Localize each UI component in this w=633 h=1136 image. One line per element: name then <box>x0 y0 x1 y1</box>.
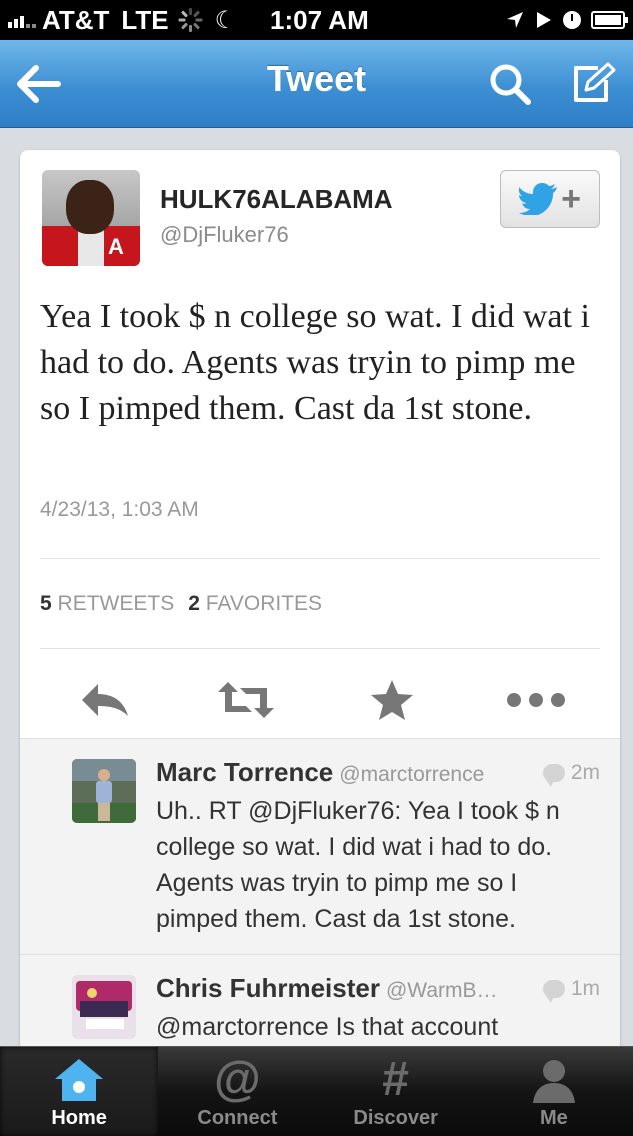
home-icon <box>51 1055 107 1105</box>
favorite-star-icon <box>371 680 413 720</box>
alarm-clock-icon <box>563 11 581 29</box>
tab-connect[interactable]: @ Connect <box>158 1047 316 1136</box>
hashtag-icon: # <box>382 1053 409 1106</box>
status-time: 1:07 AM <box>270 5 369 35</box>
tweet-text: Yea I took $ n college so wat. I did wat… <box>40 298 590 427</box>
play-icon <box>537 12 551 28</box>
spinner-spoke <box>188 25 192 32</box>
retweet-icon <box>218 682 274 718</box>
tab-me[interactable]: Me <box>475 1047 633 1136</box>
reply-author-handle: @marctorrence <box>339 763 485 786</box>
reply-author[interactable]: Chris Fuhrmeister @WarmB… <box>156 973 498 1004</box>
at-sign-icon: @ <box>213 1053 261 1106</box>
divider <box>40 558 600 559</box>
follow-button[interactable]: + <box>500 170 600 228</box>
tweet-timestamp: 4/23/13, 1:03 AM <box>40 498 199 521</box>
reply-text: Uh.. RT @DjFluker76: Yea I took $ n coll… <box>156 797 560 933</box>
status-bar: AT&T LTE ☾ 1:07 AM <box>0 0 633 40</box>
tab-label: Discover <box>353 1107 438 1129</box>
reply-author-handle: @WarmB… <box>385 979 498 1002</box>
spinner-spoke <box>178 18 186 22</box>
search-icon[interactable] <box>488 62 532 106</box>
reply-time-label: 1m <box>570 977 600 1000</box>
tab-label: Connect <box>197 1107 278 1129</box>
reply-author-name: Chris Fuhrmeister <box>156 973 380 1003</box>
carrier-label: AT&T <box>42 4 110 35</box>
retweet-button[interactable] <box>216 670 276 730</box>
reply-avatar[interactable] <box>72 759 136 823</box>
location-arrow-icon <box>507 12 523 28</box>
do-not-disturb-moon-icon: ☾ <box>214 6 237 34</box>
more-dots-icon <box>507 693 565 707</box>
spinner-spoke <box>188 8 192 15</box>
status-bar-left: AT&T LTE ☾ <box>8 4 240 36</box>
divider <box>40 648 600 649</box>
plus-icon: + <box>561 180 581 218</box>
tab-label: Home <box>51 1107 107 1129</box>
reply-timestamp: 2m <box>542 761 600 787</box>
signal-icon <box>8 12 36 28</box>
compose-icon[interactable] <box>568 60 616 108</box>
spinner-spoke <box>195 18 203 22</box>
tab-discover[interactable]: # Discover <box>317 1047 475 1136</box>
reply-author[interactable]: Marc Torrence @marctorrence <box>156 757 484 788</box>
person-icon <box>526 1055 582 1105</box>
tweet-actions <box>20 670 620 736</box>
twitter-bird-follow-icon <box>519 183 558 215</box>
favorites-stat[interactable]: 2 FAVORITES <box>188 592 322 616</box>
author-handle[interactable]: @DjFluker76 <box>160 222 289 248</box>
navigation-bar: Tweet <box>0 40 633 128</box>
conversation-bubble-icon <box>542 764 565 787</box>
retweets-stat[interactable]: 5 RETWEETS <box>40 592 174 616</box>
spinner-spoke <box>192 22 200 30</box>
status-bar-right <box>505 6 628 34</box>
reply-avatar[interactable] <box>72 975 136 1039</box>
conversation-bubble-icon <box>542 980 565 1003</box>
reply-time-label: 2m <box>570 761 600 784</box>
retweet-count: 5 <box>40 592 52 615</box>
reply-timestamp: 1m <box>542 977 600 1003</box>
tab-label: Me <box>539 1107 568 1129</box>
battery-charging-icon <box>591 11 628 29</box>
spinner-spoke <box>180 22 188 30</box>
favorite-count: 2 <box>188 592 200 615</box>
reply-text: @marctorrence Is that account <box>156 1013 499 1041</box>
reply-author-name: Marc Torrence <box>156 757 334 787</box>
spinner-spoke <box>192 10 200 18</box>
favorite-button[interactable] <box>362 670 422 730</box>
tweet-detail-card: A HULK76ALABAMA @DjFluker76 + Yea I took… <box>20 150 620 1136</box>
page-title: Tweet <box>266 58 367 99</box>
reply-button[interactable] <box>74 670 134 730</box>
tweet-stats: 5 RETWEETS 2 FAVORITES <box>40 592 322 616</box>
retweet-label: RETWEETS <box>57 592 175 615</box>
network-label: LTE <box>121 4 169 35</box>
author-name[interactable]: HULK76ALABAMA <box>160 184 393 215</box>
reply-icon <box>82 684 128 716</box>
reply-item[interactable]: Marc Torrence @marctorrence 2m Uh.. RT @D… <box>20 739 620 955</box>
tab-bar: Home @ Connect # Discover Me <box>0 1046 633 1136</box>
author-avatar[interactable]: A <box>42 170 140 266</box>
more-button[interactable] <box>506 670 566 730</box>
activity-spinner-icon <box>177 7 203 33</box>
favorite-label: FAVORITES <box>205 592 323 615</box>
spinner-spoke <box>180 10 188 18</box>
tab-home[interactable]: Home <box>0 1047 159 1136</box>
